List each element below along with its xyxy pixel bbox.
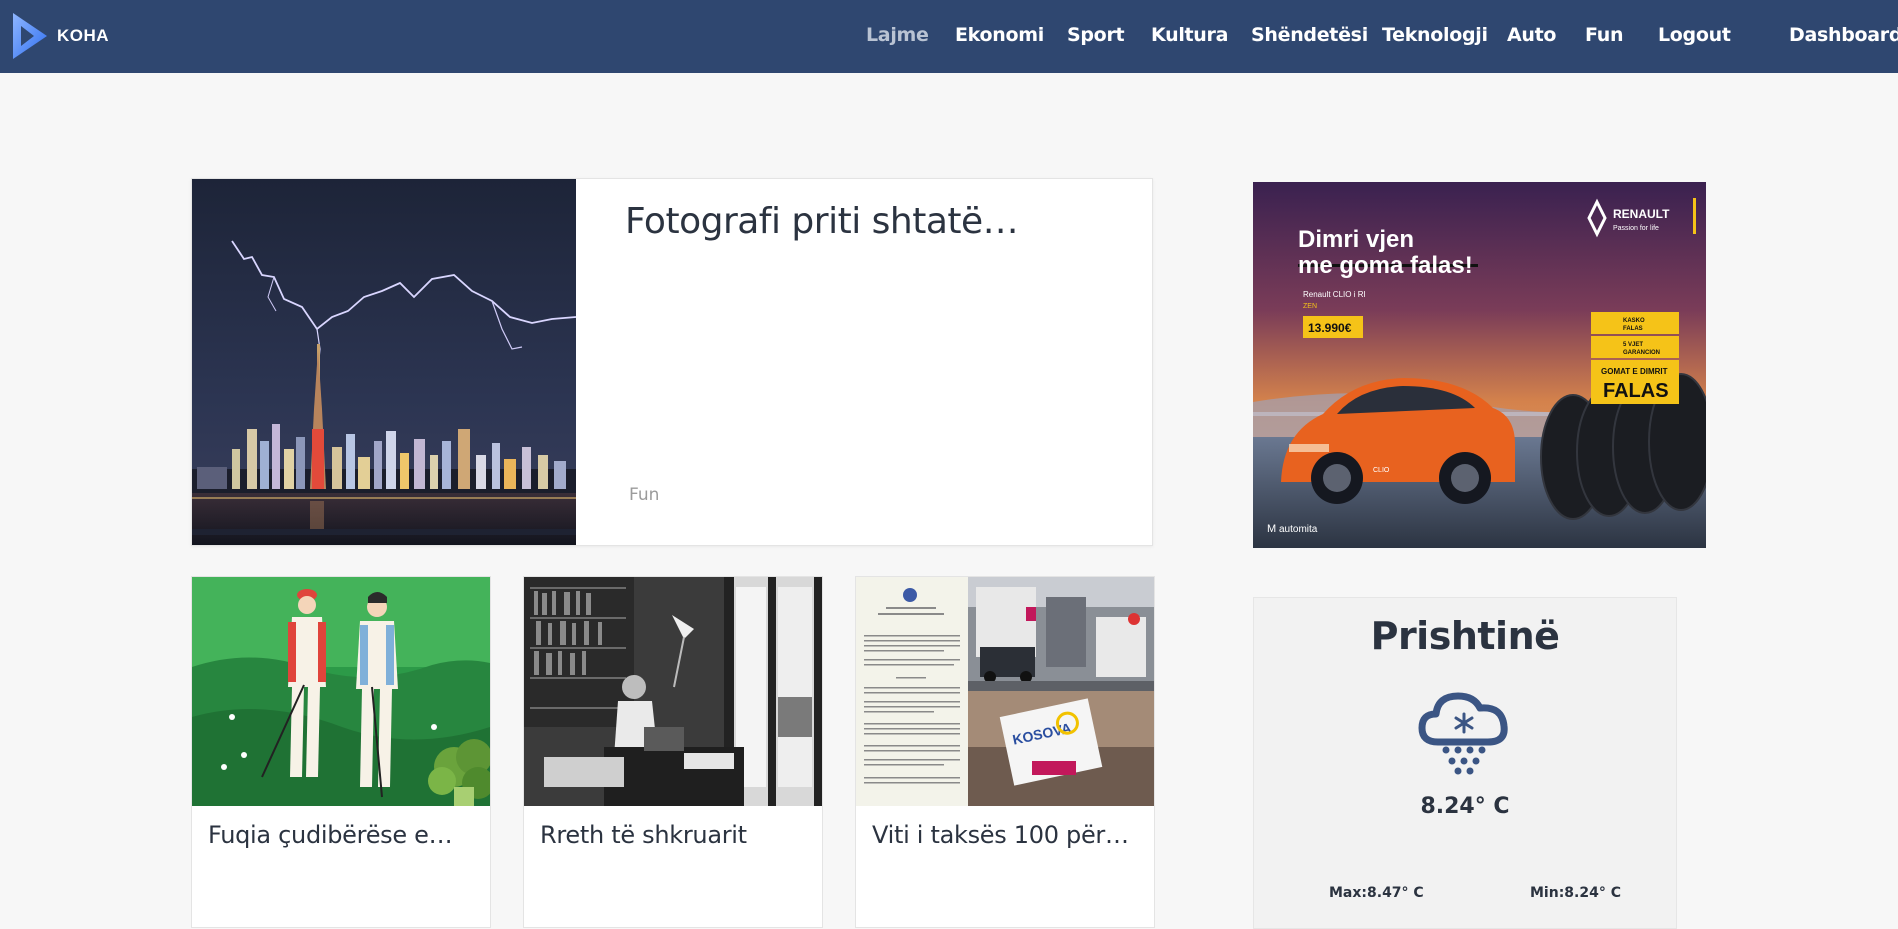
ad-car-plate: CLIO (1373, 467, 1390, 474)
ad-badge1-l1: KASKO (1623, 318, 1645, 324)
nav-item-shendetesi[interactable]: Shëndetësi (1251, 24, 1368, 46)
ad-brand: RENAULT (1613, 207, 1670, 221)
ad-trim: ZEN (1303, 303, 1317, 310)
svg-text:M: M (1267, 523, 1276, 535)
ad-badge3-l1: GOMAT E DIMRIT (1601, 367, 1668, 376)
article-image-1[interactable] (192, 577, 490, 806)
article-image-3[interactable]: KOSOVA (856, 577, 1154, 806)
article-title-1[interactable]: Fuqia çudibërëse e… (208, 821, 453, 849)
nav-item-teknologji[interactable]: Teknologji (1382, 24, 1488, 46)
top-navbar: KOHA Lajme Ekonomi Sport Kultura Shëndet… (0, 0, 1898, 73)
nav-item-ekonomi[interactable]: Ekonomi (955, 24, 1044, 46)
featured-image[interactable] (192, 179, 576, 545)
featured-article-card[interactable]: Fotografi priti shtatë… Fun (191, 178, 1153, 546)
article-card-3[interactable]: KOSOVA Viti i taksës 100 për… (855, 576, 1155, 928)
article-card-2[interactable]: Rreth të shkruarit (523, 576, 823, 928)
nav-item-sport[interactable]: Sport (1067, 24, 1125, 46)
nav-menu: Lajme Ekonomi Sport Kultura Shëndetësi T… (0, 0, 1898, 73)
snow-cloud-icon (1416, 684, 1512, 780)
article-title-3[interactable]: Viti i taksës 100 për… (872, 821, 1129, 849)
ad-model: Renault CLIO i RI (1303, 290, 1366, 299)
weather-widget: Prishtinë 8.24° C Max:8.47° C Min:8.24° … (1253, 597, 1677, 929)
article-card-1[interactable]: Fuqia çudibërëse e… (191, 576, 491, 928)
ad-badge3-l2: FALAS (1603, 380, 1669, 402)
ad-badge2-l1: 5 VJET (1623, 342, 1643, 348)
advertisement-banner[interactable]: Dimri vjen me goma falas! RENAULT Passio… (1253, 182, 1706, 548)
nav-item-auto[interactable]: Auto (1507, 24, 1556, 46)
ad-badge1-l2: FALAS (1623, 326, 1643, 332)
nav-item-kultura[interactable]: Kultura (1151, 24, 1228, 46)
ad-price: 13.990€ (1308, 321, 1352, 335)
nav-item-logout[interactable]: Logout (1658, 24, 1731, 46)
weather-city: Prishtinë (1370, 614, 1560, 658)
ad-dealer: automita (1279, 524, 1318, 535)
ad-headline-1: Dimri vjen (1298, 226, 1414, 253)
nav-item-lajme[interactable]: Lajme (866, 24, 929, 46)
article-title-2[interactable]: Rreth të shkruarit (540, 821, 747, 849)
ad-headline-2: me goma falas! (1298, 252, 1473, 279)
article-image-2[interactable] (524, 577, 822, 806)
ad-tagline: Passion for life (1613, 225, 1659, 232)
ad-badge2-l2: GARANCION (1623, 350, 1660, 356)
weather-temperature: 8.24° C (1420, 794, 1510, 819)
nav-item-dashboard[interactable]: Dashboard (1789, 24, 1898, 46)
nav-item-fun[interactable]: Fun (1585, 24, 1623, 46)
featured-title[interactable]: Fotografi priti shtatë… (625, 201, 1019, 242)
weather-min: Min:8.24° C (1530, 885, 1621, 901)
featured-category[interactable]: Fun (629, 485, 659, 505)
weather-max: Max:8.47° C (1329, 885, 1424, 901)
